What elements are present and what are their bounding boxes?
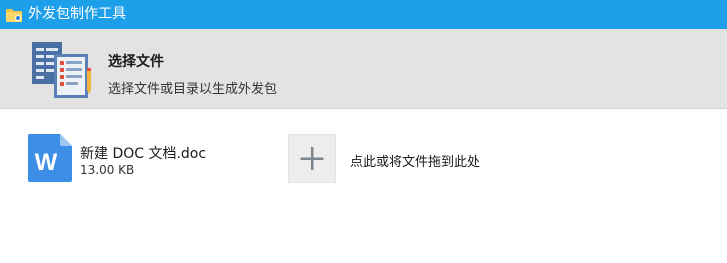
header-title: 选择文件 [108,54,164,70]
drop-zone-label[interactable]: 点此或将文件拖到此处 [350,151,480,170]
title-bar[interactable]: 外发包制作工具 [0,0,727,29]
file-list-icon [30,40,94,100]
add-file-button[interactable] [288,134,336,183]
selected-file-item[interactable]: W 新建 DOC 文档.doc 13.00 KB [28,134,258,182]
word-document-icon: W [28,134,74,182]
folder-icon [5,7,23,23]
word-letter: W [35,149,58,176]
plus-icon [300,147,324,170]
file-name: 新建 DOC 文档.doc [80,146,207,162]
window-title: 外发包制作工具 [28,6,126,22]
file-size: 13.00 KB [80,163,135,177]
header-panel: 选择文件 选择文件或目录以生成外发包 [0,29,727,109]
app-window: 外发包制作工具 选择文件 选择文件或目录以生成外发包 W 新建 DOC 文档.d… [0,0,727,263]
header-subtitle: 选择文件或目录以生成外发包 [108,82,278,97]
